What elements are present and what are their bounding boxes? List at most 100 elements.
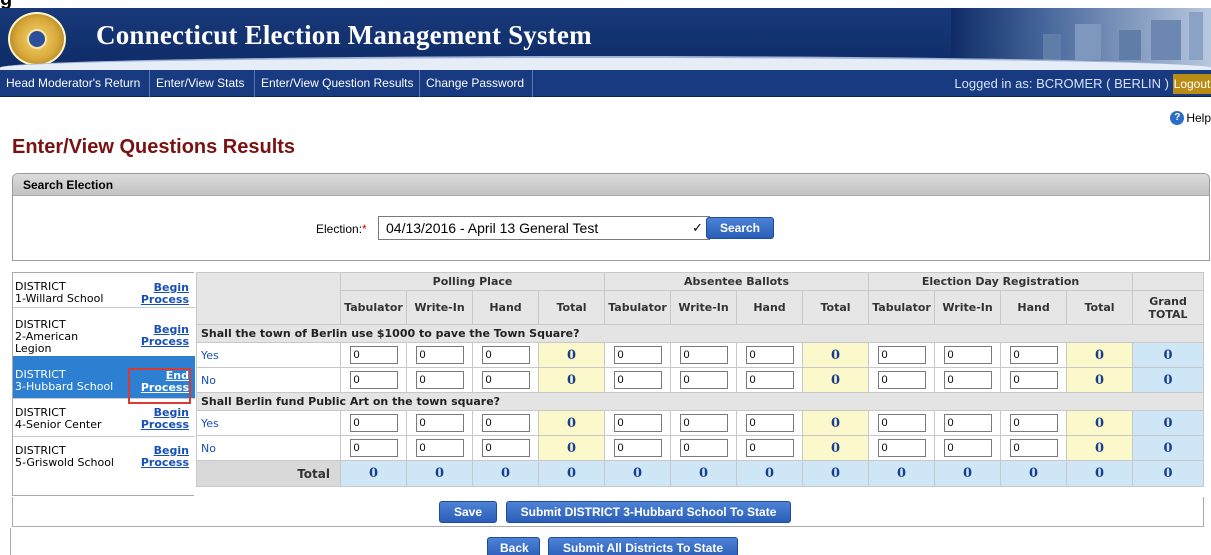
count-input[interactable]: 0 <box>877 439 926 457</box>
district-item[interactable]: DISTRICT 5-Griswold School Begin Process <box>13 436 195 474</box>
count-input[interactable]: 0 <box>349 414 398 432</box>
count-cell: 0 <box>736 367 804 393</box>
count-input[interactable]: 0 <box>481 414 530 432</box>
election-label: Election:* <box>316 222 367 236</box>
app-title: Connecticut Election Management System <box>96 20 592 50</box>
election-label-text: Election: <box>316 222 363 236</box>
count-input[interactable]: 0 <box>415 414 464 432</box>
count-input[interactable]: 0 <box>481 439 530 457</box>
begin-process-link[interactable]: Begin Process <box>141 407 189 431</box>
column-total: 0 <box>1000 460 1068 487</box>
answer-row: No 0 0 0 0 0 0 0 0 0 0 0 0 0 <box>196 435 1205 461</box>
save-button[interactable]: Save <box>439 501 497 523</box>
submit-district-button[interactable]: Submit DISTRICT 3-Hubbard School To Stat… <box>506 501 791 523</box>
count-input[interactable]: 0 <box>877 414 926 432</box>
column-header: Tabulator <box>604 290 672 325</box>
help-label: Help <box>1186 111 1211 125</box>
count-input[interactable]: 0 <box>349 371 398 389</box>
search-button[interactable]: Search <box>706 217 774 239</box>
grand-total-spacer <box>1132 272 1205 291</box>
column-total: 0 <box>1132 460 1205 487</box>
count-cell: 0 <box>406 435 473 461</box>
count-cell: 0 <box>340 367 407 393</box>
count-input[interactable]: 0 <box>613 414 662 432</box>
count-input[interactable]: 0 <box>745 439 794 457</box>
district-name: DISTRICT 4-Senior Center <box>15 406 102 431</box>
column-header: Write-In <box>934 290 1002 325</box>
count-input[interactable]: 0 <box>679 414 728 432</box>
nav-change-password[interactable]: Change Password <box>420 70 533 97</box>
count-cell: 0 <box>868 342 936 368</box>
nav-enter-view-question-results[interactable]: Enter/View Question Results <box>255 70 420 97</box>
count-input[interactable]: 0 <box>481 371 530 389</box>
column-header: Hand <box>1000 290 1068 325</box>
grand-total-header: Grand TOTAL <box>1132 290 1205 325</box>
count-input[interactable]: 0 <box>1009 346 1058 364</box>
main-nav: Head Moderator's Return Enter/View Stats… <box>0 70 1211 97</box>
question-results-table: Polling Place Absentee Ballots Election Da… <box>195 272 1205 487</box>
count-input[interactable]: 0 <box>745 346 794 364</box>
total-cell: 0 <box>1066 342 1134 368</box>
count-cell: 0 <box>406 342 473 368</box>
total-cell: 0 <box>802 410 870 436</box>
count-cell: 0 <box>340 435 407 461</box>
count-input[interactable]: 0 <box>613 439 662 457</box>
begin-process-link[interactable]: Begin Process <box>141 445 189 469</box>
count-cell: 0 <box>406 367 473 393</box>
total-cell: 0 <box>1066 410 1134 436</box>
count-input[interactable]: 0 <box>481 346 530 364</box>
election-select-value: 04/13/2016 - April 13 General Test <box>386 220 599 236</box>
question-text: Shall Berlin fund Public Art on the town… <box>195 392 1205 411</box>
count-input[interactable]: 0 <box>679 346 728 364</box>
count-cell: 0 <box>670 410 738 436</box>
district-name: DISTRICT 1-Willard School <box>15 280 104 305</box>
back-button[interactable]: Back <box>487 537 540 555</box>
count-input[interactable]: 0 <box>943 414 992 432</box>
search-panel-header: Search Election <box>13 174 1209 196</box>
count-input[interactable]: 0 <box>745 414 794 432</box>
district-name: DISTRICT 2-American Legion <box>15 318 79 355</box>
left-rule <box>10 528 11 555</box>
logout-button[interactable]: Logout <box>1173 74 1211 94</box>
count-cell: 0 <box>604 410 672 436</box>
count-cell: 0 <box>868 410 936 436</box>
election-select[interactable]: 04/13/2016 - April 13 General Test ✓ <box>378 216 710 240</box>
count-input[interactable]: 0 <box>415 371 464 389</box>
district-item[interactable]: DISTRICT 1-Willard School Begin Process <box>13 273 195 307</box>
count-input[interactable]: 0 <box>613 346 662 364</box>
column-total: 0 <box>604 460 672 487</box>
count-input[interactable]: 0 <box>745 371 794 389</box>
count-input[interactable]: 0 <box>877 346 926 364</box>
count-cell: 0 <box>1000 410 1068 436</box>
nav-enter-view-stats[interactable]: Enter/View Stats <box>150 70 255 97</box>
count-cell: 0 <box>934 410 1002 436</box>
group-header: Polling Place <box>339 272 606 291</box>
count-input[interactable]: 0 <box>415 439 464 457</box>
total-cell: 0 <box>537 410 606 436</box>
count-input[interactable]: 0 <box>1009 414 1058 432</box>
count-cell: 0 <box>604 435 672 461</box>
count-input[interactable]: 0 <box>943 439 992 457</box>
begin-process-link[interactable]: Begin Process <box>141 324 189 348</box>
count-input[interactable]: 0 <box>943 346 992 364</box>
column-header: Tabulator <box>340 290 407 325</box>
count-input[interactable]: 0 <box>349 439 398 457</box>
count-input[interactable]: 0 <box>415 346 464 364</box>
count-cell: 0 <box>736 410 804 436</box>
count-input[interactable]: 0 <box>679 371 728 389</box>
help-link[interactable]: ? Help <box>1170 111 1211 125</box>
submit-all-districts-button[interactable]: Submit All Districts To State <box>548 537 738 555</box>
count-input[interactable]: 0 <box>1009 439 1058 457</box>
count-input[interactable]: 0 <box>679 439 728 457</box>
count-input[interactable]: 0 <box>943 371 992 389</box>
nav-head-moderators-return[interactable]: Head Moderator's Return <box>0 70 150 97</box>
begin-process-link[interactable]: Begin Process <box>141 282 189 306</box>
count-input[interactable]: 0 <box>349 346 398 364</box>
district-item[interactable]: DISTRICT 2-American Legion Begin Process <box>13 307 195 356</box>
count-cell: 0 <box>406 410 473 436</box>
column-header: Write-In <box>670 290 738 325</box>
total-cell: 0 <box>537 435 606 461</box>
count-input[interactable]: 0 <box>1009 371 1058 389</box>
count-input[interactable]: 0 <box>613 371 662 389</box>
count-input[interactable]: 0 <box>877 371 926 389</box>
